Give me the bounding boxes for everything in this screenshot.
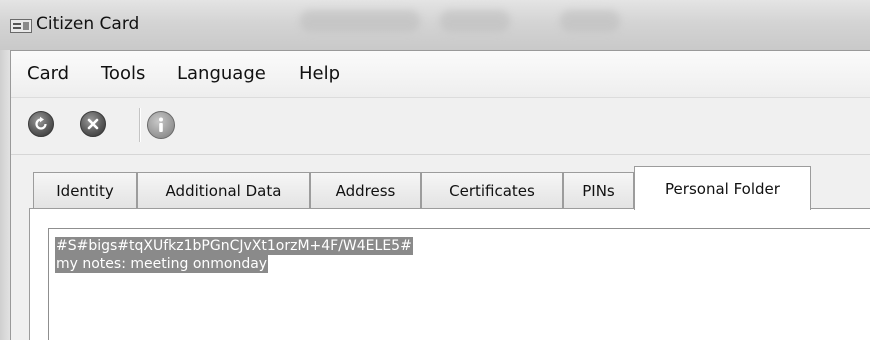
title-bar[interactable]: Citizen Card bbox=[0, 0, 870, 51]
tab-pins[interactable]: PINs bbox=[563, 172, 634, 208]
menu-tools[interactable]: Tools bbox=[101, 63, 145, 84]
refresh-icon[interactable] bbox=[28, 111, 54, 137]
card-icon bbox=[10, 19, 32, 33]
personal-notes-textarea[interactable]: #S#bigs#tqXUfkz1bPGnCJvXt1orzM+4F/W4ELE5… bbox=[48, 228, 870, 340]
window-frame-left bbox=[0, 50, 11, 340]
tab-identity[interactable]: Identity bbox=[33, 172, 137, 208]
notes-line-signature: #S#bigs#tqXUfkz1bPGnCJvXt1orzM+4F/W4ELE5… bbox=[55, 237, 413, 255]
blurred-region bbox=[560, 10, 620, 32]
window-title: Citizen Card bbox=[36, 14, 140, 34]
menu-help[interactable]: Help bbox=[299, 63, 340, 84]
tab-additional-data[interactable]: Additional Data bbox=[137, 172, 310, 208]
blurred-region bbox=[440, 10, 510, 32]
info-glyph bbox=[159, 117, 163, 132]
tab-certificates[interactable]: Certificates bbox=[421, 172, 563, 208]
app-window: Citizen Card Card Tools Language Help Id… bbox=[0, 0, 870, 340]
menu-language[interactable]: Language bbox=[177, 63, 266, 84]
menu-bar: Card Tools Language Help bbox=[11, 51, 870, 98]
menu-card[interactable]: Card bbox=[27, 63, 69, 84]
refresh-glyph bbox=[35, 116, 47, 130]
info-icon[interactable] bbox=[147, 111, 175, 139]
toolbar-separator bbox=[139, 108, 140, 142]
tab-address[interactable]: Address bbox=[310, 172, 421, 208]
notes-line-text: my notes: meeting onmonday bbox=[55, 255, 269, 273]
blurred-region bbox=[300, 10, 420, 32]
close-icon[interactable] bbox=[80, 111, 106, 137]
close-glyph bbox=[87, 118, 99, 130]
tab-personal-folder[interactable]: Personal Folder bbox=[634, 166, 811, 210]
toolbar bbox=[11, 98, 870, 155]
